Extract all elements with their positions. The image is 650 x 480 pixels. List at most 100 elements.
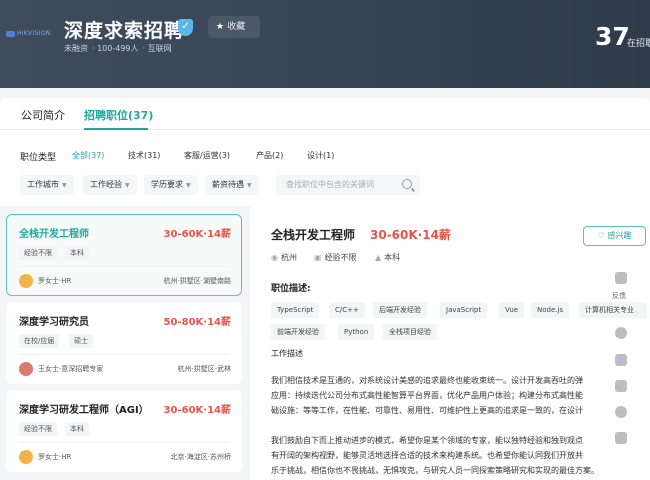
category-design[interactable]: 设计(1) <box>307 150 334 161</box>
category-product[interactable]: 产品(2) <box>256 150 283 161</box>
skill-tag: 计算机相关专业 <box>579 302 647 318</box>
skill-tag: Python <box>338 324 375 340</box>
heart-icon[interactable] <box>615 327 627 339</box>
back-icon[interactable] <box>615 432 627 444</box>
section-title: 职位描述: <box>271 284 311 294</box>
company-header: HIKVISION 深度求索招聘 ✓ ★ 收藏 未融资 · 100-499人 · 互联… <box>0 0 650 88</box>
job-tag: 本科 <box>65 422 89 436</box>
filter-city-label: 工作城市 <box>27 180 59 189</box>
detail-title: 全栈开发工程师 <box>271 228 356 242</box>
share-icon[interactable] <box>615 380 627 392</box>
graduation-cap-icon: ▲ <box>375 253 382 262</box>
job-title: 深度学习研究员 <box>19 317 89 328</box>
filter-experience-label: 工作经验 <box>90 180 122 189</box>
feedback-label[interactable]: 反馈 <box>612 291 626 301</box>
company-logo: HIKVISION <box>6 30 51 37</box>
recruiter-name: 王女士·意深招聘专家 <box>38 365 104 373</box>
main-panel: 公司简介 招聘职位(37) 职位类型 全部(37) 技术(31) 客服/运营(3… <box>0 98 650 480</box>
skill-tag: 后端开发经验 <box>373 302 427 318</box>
job-salary: 30-60K·14薪 <box>163 405 231 416</box>
job-salary: 30-60K·14薪 <box>163 229 231 240</box>
description-line: 有开阔的架构视野，能够灵活地选择合适的技术来构建系统。也希望你能认同我们开放共 <box>271 451 583 460</box>
search-placeholder: 查找职位中包含的关键词 <box>286 180 374 189</box>
job-tag: 经验不限 <box>19 246 57 260</box>
industry: 互联网 <box>147 44 172 53</box>
logo-mark-icon <box>6 30 15 37</box>
user-icon[interactable] <box>615 406 627 418</box>
verified-shield-icon: ✓ <box>178 19 193 36</box>
job-card[interactable]: 全栈开发工程师 30-60K·14薪 经验不限 本科 罗女士·HR 杭州·拱墅区… <box>6 214 242 296</box>
filter-education-label: 学历要求 <box>151 180 183 189</box>
filter-salary[interactable]: 薪资待遇 ▼ <box>205 175 259 195</box>
job-title: 深度学习研发工程师（AGI） <box>19 405 149 416</box>
interested-button[interactable]: ♡ 感兴趣 <box>583 226 646 246</box>
briefcase-icon: ▣ <box>314 253 322 262</box>
filter-city[interactable]: 工作城市 ▼ <box>20 175 74 195</box>
description-line: 应用：持续迭代公司分布式高性能智算平台界面，优化产品用户体验；构建分布式高性能 <box>271 391 583 400</box>
open-jobs-count: 37 <box>595 22 630 51</box>
interested-label: 感兴趣 <box>607 231 632 240</box>
recruiter-avatar <box>19 450 33 464</box>
skill-tag: Vue <box>499 302 525 318</box>
chevron-down-icon: ▼ <box>186 182 191 189</box>
detail-experience-text: 经验不限 <box>324 253 357 262</box>
job-tag: 本科 <box>65 246 89 260</box>
detail-city-text: 杭州 <box>280 253 297 262</box>
chevron-down-icon: ▼ <box>247 182 252 189</box>
detail-city: ◉ 杭州 <box>271 252 297 263</box>
skill-tag: C/C++ <box>329 302 365 318</box>
job-title: 全栈开发工程师 <box>19 229 89 240</box>
active-tab-indicator <box>84 128 148 130</box>
company-meta: 未融资 · 100-499人 · 互联网 <box>64 44 172 53</box>
recruiter-name: 罗女士·HR <box>38 453 72 461</box>
job-salary: 50-80K·14薪 <box>163 317 231 328</box>
detail-education: ▲ 本科 <box>375 252 400 263</box>
job-tag: 硕士 <box>69 334 93 348</box>
job-location: 北京·海淀区·苏州桥 <box>170 453 231 461</box>
tab-company-intro[interactable]: 公司简介 <box>21 107 65 123</box>
funding-stage: 未融资 <box>64 44 88 53</box>
card-divider <box>19 442 229 443</box>
job-card[interactable]: 深度学习研发工程师（AGI） 30-60K·14薪 经验不限 本科 罗女士·HR… <box>6 390 242 472</box>
recruiter-avatar <box>19 362 33 376</box>
filter-salary-label: 薪资待遇 <box>212 180 244 189</box>
heart-icon: ♡ <box>597 231 605 240</box>
skill-tag: JavaScript <box>440 302 488 318</box>
search-icon[interactable] <box>402 179 412 189</box>
star-icon: ★ <box>216 22 225 32</box>
skill-tag: 全栈项目经验 <box>383 324 437 340</box>
keyword-search-input[interactable]: 查找职位中包含的关键词 <box>276 175 420 195</box>
favorite-button[interactable]: ★ 收藏 <box>208 16 260 38</box>
skill-tag: Node.js <box>531 302 570 318</box>
description-line: 础设施：等等工作，在性能、可靠性、易用性、可维护性上更高的追求是一致的，在设计 <box>271 406 583 415</box>
filter-experience[interactable]: 工作经验 ▼ <box>83 175 137 195</box>
detail-education-text: 本科 <box>384 253 401 262</box>
location-pin-icon: ◉ <box>271 253 278 262</box>
logo-text: HIKVISION <box>17 30 51 37</box>
chat-icon[interactable] <box>615 354 627 366</box>
description-line: 我们相信技术是互通的，对系统设计美感的追求最终也能收束统一。设计开发高吞吐的弹 <box>271 376 583 385</box>
category-ops[interactable]: 客服/运营(3) <box>184 150 230 161</box>
job-card[interactable]: 深度学习研究员 50-80K·14薪 在校/应届 硕士 王女士·意深招聘专家 杭… <box>6 302 242 384</box>
feedback-icon[interactable] <box>615 272 627 284</box>
card-divider <box>19 266 229 267</box>
recruiter-name: 罗女士·HR <box>38 277 72 285</box>
job-location: 杭州·拱墅区·武林 <box>177 365 231 373</box>
job-tag: 在校/应届 <box>19 334 60 348</box>
category-tech[interactable]: 技术(31) <box>128 150 160 161</box>
company-name: 深度求索招聘 <box>64 20 185 42</box>
job-tag: 经验不限 <box>19 422 57 436</box>
detail-salary: 30-60K·14薪 <box>370 228 451 242</box>
category-all[interactable]: 全部(37) <box>72 150 104 161</box>
filter-education[interactable]: 学历要求 ▼ <box>144 175 198 195</box>
detail-experience: ▣ 经验不限 <box>314 252 357 263</box>
description-heading: 工作描述 <box>271 349 303 358</box>
skill-tag: TypeScript <box>271 302 320 318</box>
category-label: 职位类型 <box>20 153 57 163</box>
skill-tag: 前端开发经验 <box>271 324 325 340</box>
tab-jobs[interactable]: 招聘职位(37) <box>84 107 153 123</box>
card-divider <box>19 354 229 355</box>
company-size: 100-499人 <box>97 44 139 53</box>
description-line: 乐于挑战，相信你也不畏挑战，无惧攻克，与研究人员一同探索策略研究和实现的最佳方案… <box>271 466 599 475</box>
favorite-label: 收藏 <box>227 22 246 32</box>
